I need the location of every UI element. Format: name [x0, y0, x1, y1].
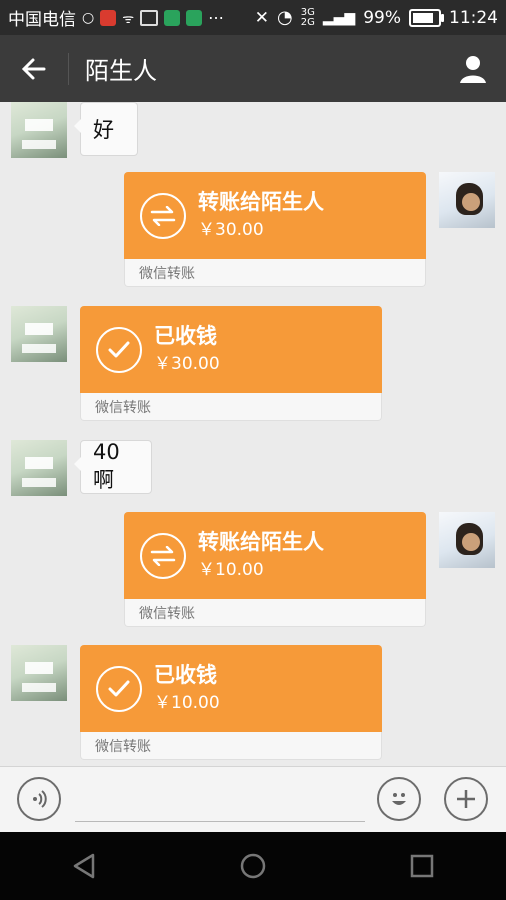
received-amount: ￥30.00	[154, 354, 220, 374]
transfer-card-body: 转账给陌生人 ￥30.00	[124, 172, 426, 259]
avatar-text-block	[22, 344, 56, 353]
transfer-icon	[140, 192, 186, 239]
input-bar	[0, 766, 506, 833]
received-title: 已收钱	[154, 324, 217, 348]
avatar-face	[456, 523, 483, 555]
received-card[interactable]: 已收钱 ￥10.00 微信转账	[80, 645, 382, 760]
my-avatar[interactable]	[439, 172, 495, 228]
battery-fill	[413, 12, 433, 23]
chat-area[interactable]: 好 转账给陌生人 ￥30.00 微信转账 已收钱 ￥30.00 微信转账 40啊…	[0, 102, 506, 766]
signal-icon: ▂▄▆	[322, 9, 356, 26]
person-icon	[460, 55, 486, 83]
received-info: 已收钱 ￥30.00	[154, 323, 220, 376]
my-avatar[interactable]	[439, 512, 495, 568]
add-icon	[457, 790, 475, 808]
contact-avatar[interactable]	[11, 440, 67, 496]
voice-button[interactable]	[17, 777, 61, 821]
transfer-info: 转账给陌生人 ￥30.00	[198, 189, 324, 242]
check-icon	[108, 680, 130, 696]
image-icon	[140, 9, 159, 26]
nav-recent-button[interactable]	[392, 836, 452, 896]
emoji-button[interactable]	[377, 777, 421, 821]
avatar-text-block	[22, 478, 56, 487]
chat-header: 陌生人	[0, 35, 506, 102]
battery-percent: 99%	[363, 7, 401, 28]
avatar-text-block	[25, 662, 53, 674]
status-bar: 中国电信 ○ ᯤ ⋯ ✕ ◔ 3G 2G ▂▄▆ 99% 11:24	[0, 0, 506, 35]
network-label: 3G	[300, 6, 315, 18]
contact-avatar[interactable]	[11, 102, 67, 158]
time: 11:24	[449, 7, 498, 28]
contact-button[interactable]	[440, 35, 506, 102]
voice-icon	[33, 790, 47, 808]
avatar-face	[456, 183, 483, 215]
transfer-icon	[140, 532, 186, 579]
network-type: 3G 2G	[300, 6, 315, 28]
mute-icon: ✕	[254, 7, 270, 28]
app-icon	[164, 9, 181, 26]
header-divider	[68, 52, 69, 85]
received-icon	[96, 665, 142, 712]
wifi-small-icon: ᯤ	[122, 11, 135, 27]
app-icon	[186, 9, 203, 26]
received-info: 已收钱 ￥10.00	[154, 662, 220, 715]
avatar-text-block	[25, 323, 53, 335]
received-footer: 微信转账	[80, 732, 382, 760]
add-button[interactable]	[444, 777, 488, 821]
transfer-amount: ￥30.00	[198, 220, 264, 240]
network-sub-label: 2G	[300, 16, 315, 28]
received-amount: ￥10.00	[154, 693, 220, 713]
nav-home-button[interactable]	[223, 836, 283, 896]
transfer-footer: 微信转账	[124, 599, 426, 627]
avatar-text-block	[25, 457, 53, 469]
contact-avatar[interactable]	[11, 645, 67, 701]
received-card-body: 已收钱 ￥30.00	[80, 306, 382, 393]
wifi-icon: ◔	[277, 7, 293, 28]
transfer-title: 转账给陌生人	[198, 190, 324, 214]
nav-back-button[interactable]	[54, 836, 114, 896]
transfer-card[interactable]: 转账给陌生人 ￥30.00 微信转账	[124, 172, 426, 287]
received-footer: 微信转账	[80, 393, 382, 421]
transfer-card[interactable]: 转账给陌生人 ￥10.00 微信转账	[124, 512, 426, 627]
incoming-message[interactable]: 好	[74, 102, 138, 156]
carrier-name: 中国电信	[8, 10, 76, 30]
incoming-message[interactable]: 40啊	[74, 440, 152, 494]
back-button[interactable]	[0, 35, 68, 102]
message-icon: ○	[82, 9, 95, 26]
nav-back-icon	[74, 853, 95, 879]
status-left: 中国电信 ○ ᯤ ⋯	[8, 5, 224, 30]
check-icon	[108, 341, 130, 357]
transfer-card-body: 转账给陌生人 ￥10.00	[124, 512, 426, 599]
more-icon: ⋯	[208, 8, 225, 27]
nav-recent-icon	[410, 854, 433, 878]
transfer-footer: 微信转账	[124, 259, 426, 287]
avatar-text-block	[22, 683, 56, 692]
navigation-bar	[0, 832, 506, 900]
received-icon	[96, 326, 142, 373]
transfer-arrows-icon	[150, 545, 176, 566]
avatar-text-block	[25, 119, 53, 131]
nav-home-icon	[240, 853, 266, 879]
app-icon	[100, 9, 117, 26]
chat-title: 陌生人	[85, 57, 157, 85]
transfer-title: 转账给陌生人	[198, 530, 324, 554]
transfer-amount: ￥10.00	[198, 560, 264, 580]
received-title: 已收钱	[154, 663, 217, 687]
avatar-text-block	[22, 140, 56, 149]
received-card-body: 已收钱 ￥10.00	[80, 645, 382, 732]
status-right: ✕ ◔ 3G 2G ▂▄▆ 99% 11:24	[255, 7, 498, 28]
received-card[interactable]: 已收钱 ￥30.00 微信转账	[80, 306, 382, 421]
battery-icon	[409, 8, 444, 27]
contact-avatar[interactable]	[11, 306, 67, 362]
transfer-info: 转账给陌生人 ￥10.00	[198, 529, 324, 582]
transfer-arrows-icon	[150, 205, 176, 226]
back-arrow-icon	[21, 58, 46, 79]
emoji-icon	[392, 793, 406, 805]
message-input[interactable]	[75, 821, 365, 822]
